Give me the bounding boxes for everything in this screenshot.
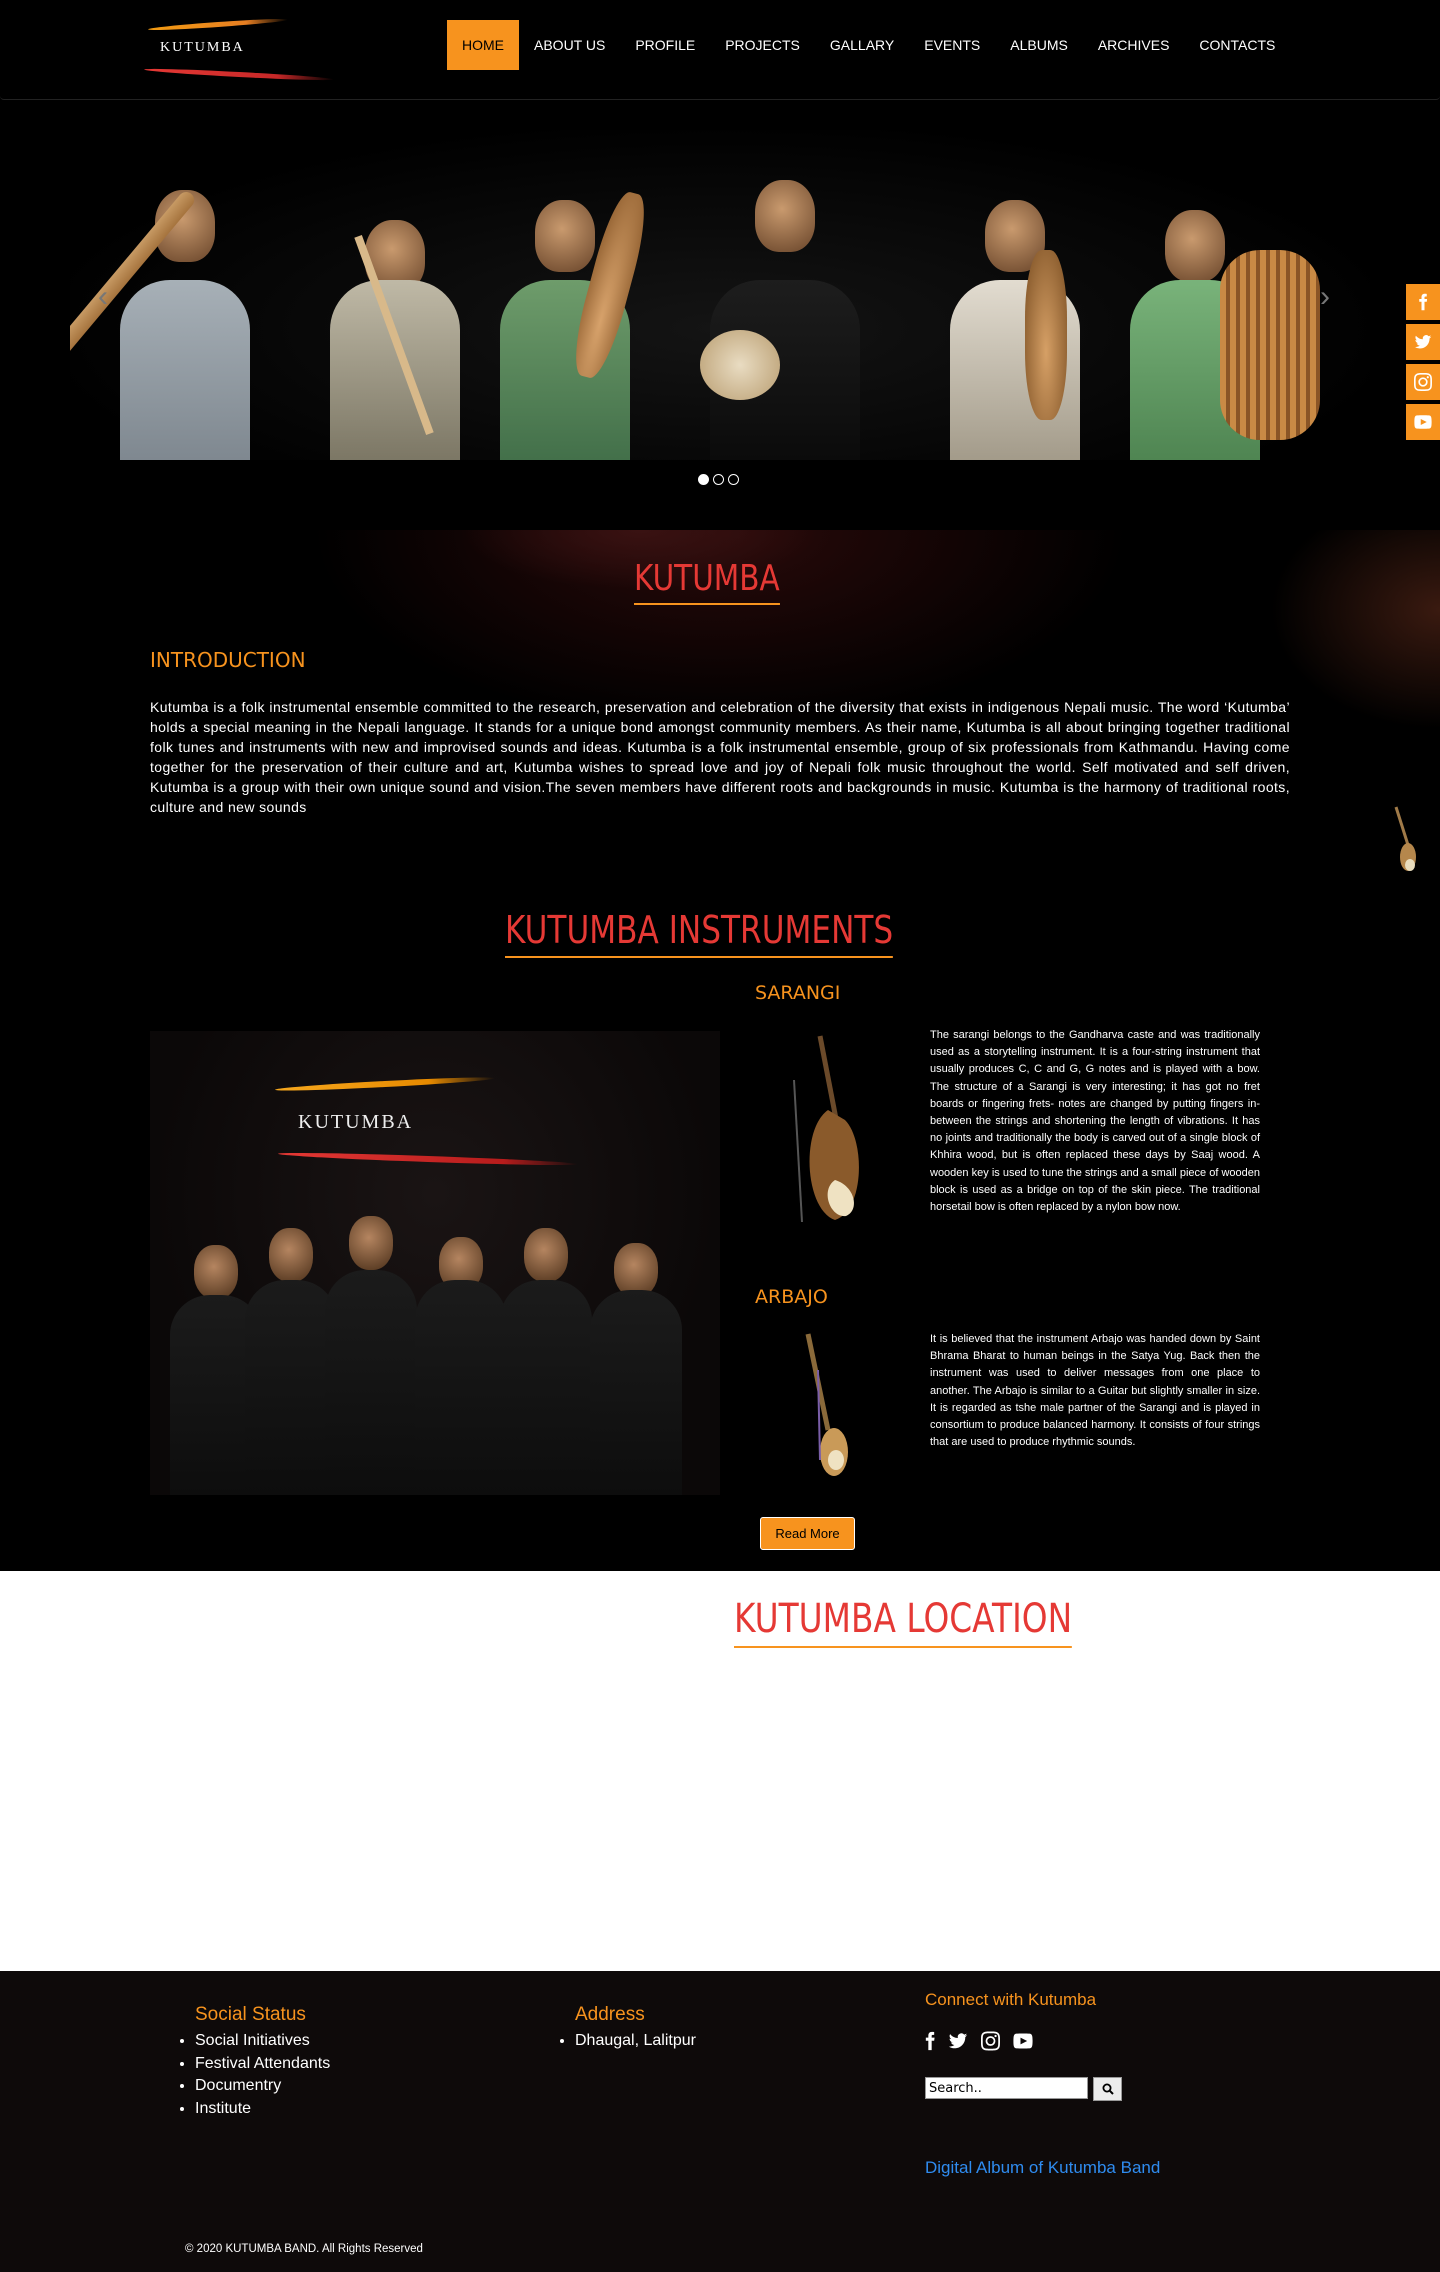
footer-facebook-link[interactable] [925,2031,935,2051]
introduction-heading: INTRODUCTION [150,648,306,672]
nav-profile[interactable]: PROFILE [620,20,710,70]
logo-brush-red [143,67,335,82]
footer-youtube-link[interactable] [1012,2031,1034,2051]
arbajo-heading: ARBAJO [755,1286,828,1308]
sidebar-instagram-button[interactable] [1406,364,1440,400]
slider-prev-arrow[interactable]: ‹ [98,280,108,314]
band-member [710,150,860,460]
slider-next-arrow[interactable]: › [1320,280,1330,314]
social-status-list: Social Initiatives Festival Attendants D… [175,2030,330,2120]
nav-gallary[interactable]: GALLARY [815,20,909,70]
sarangi-description: The sarangi belongs to the Gandharva cas… [930,1029,1260,1214]
band-members-photo [70,130,1370,460]
list-item[interactable]: Documentry [195,2075,330,2098]
sarangi-decor-icon [1394,806,1416,871]
nav-albums[interactable]: ALBUMS [995,20,1083,70]
list-item[interactable]: Festival Attendants [195,2053,330,2076]
location-section [0,1571,1440,1971]
instruments-title: KUTUMBA INSTRUMENTS [505,908,894,958]
nav-home[interactable]: HOME [447,20,519,70]
main-nav: HOME ABOUT US PROFILE PROJECTS GALLARY E… [447,20,1290,70]
site-header: KUTUMBA HOME ABOUT US PROFILE PROJECTS G… [0,0,1440,100]
sidebar-twitter-button[interactable] [1406,324,1440,360]
band-member [320,170,470,460]
nav-contacts[interactable]: CONTACTS [1184,20,1290,70]
logo-text: KUTUMBA [160,40,245,55]
drum-instrument [700,330,780,400]
nav-projects[interactable]: PROJECTS [710,20,815,70]
read-more-button[interactable]: Read More [760,1517,855,1550]
band-member [325,1210,417,1495]
list-item[interactable]: Institute [195,2098,330,2121]
madal-instrument [1220,250,1320,440]
band-member [590,1229,682,1495]
facebook-icon [925,2031,935,2051]
nav-events[interactable]: EVENTS [909,20,995,70]
instagram-icon [981,2031,1000,2051]
hero-slider: ‹ › [70,130,1370,485]
nav-archives[interactable]: ARCHIVES [1083,20,1185,70]
search-input[interactable] [925,2077,1088,2099]
sarangi-instrument [1025,250,1067,420]
title-underline [634,603,780,605]
sarangi-image [793,1035,859,1223]
footer-twitter-link[interactable] [947,2031,969,2051]
kutumba-group-photo: KUTUMBA [150,1031,720,1495]
slider-dot-3[interactable] [728,474,739,485]
footer-instagram-link[interactable] [981,2031,1000,2051]
arbajo-image [805,1333,848,1476]
band-member [500,1220,592,1495]
slider-dot-1[interactable] [698,474,709,485]
search-button[interactable] [1093,2077,1122,2101]
twitter-icon [1414,335,1432,349]
instagram-icon [1414,373,1432,391]
digital-album-link[interactable]: Digital Album of Kutumba Band [925,2158,1160,2178]
title-underline [505,956,894,958]
arbajo-description: It is believed that the instrument Arbaj… [930,1333,1260,1449]
sidebar-youtube-button[interactable] [1406,404,1440,440]
slider-dot-2[interactable] [713,474,724,485]
address-heading: Address [575,2004,645,2025]
youtube-icon [1013,2033,1033,2049]
kutumba-title: KUTUMBA [634,558,780,605]
kutumba-logo[interactable]: KUTUMBA [140,12,340,88]
sidebar-facebook-button[interactable] [1406,284,1440,320]
group-photo-logo-text: KUTUMBA [298,1111,414,1133]
social-status-heading: Social Status [195,2004,306,2025]
social-sidebar [1406,284,1440,444]
connect-heading: Connect with Kutumba [925,1990,1097,2009]
search-icon [1102,2083,1114,2095]
logo-brush-orange [147,17,289,32]
band-member [940,160,1090,460]
list-item: Dhaugal, Lalitpur [575,2030,696,2053]
introduction-text: Kutumba is a folk instrumental ensemble … [150,699,1290,815]
footer-social-icons [925,2031,1034,2051]
youtube-icon [1414,415,1432,429]
facebook-icon [1419,293,1428,311]
nav-about-us[interactable]: ABOUT US [519,20,620,70]
address-list: Dhaugal, Lalitpur [555,2030,696,2053]
copyright-text: © 2020 KUTUMBA BAND. All Rights Reserved [185,2243,423,2255]
band-member [415,1217,507,1495]
title-underline [734,1646,1073,1648]
twitter-icon [948,2033,968,2049]
location-title: KUTUMBA LOCATION [734,1596,1073,1648]
slider-dots [698,474,739,485]
list-item[interactable]: Social Initiatives [195,2030,330,2053]
sarangi-heading: SARANGI [755,982,841,1004]
band-member [245,1220,337,1495]
